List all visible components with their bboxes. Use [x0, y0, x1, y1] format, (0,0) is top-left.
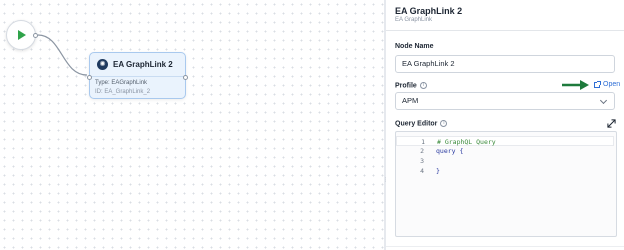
chevron-down-icon	[599, 96, 608, 105]
graphlink-icon: ✺	[97, 58, 108, 70]
graphlink-node[interactable]: ✺ EA GraphLink 2 Type: EAGraphLink ID: E…	[87, 52, 188, 99]
query-editor[interactable]: 1 # GraphQL Query 2 query { 3 4 }	[395, 131, 617, 237]
line-number: 4	[420, 167, 424, 175]
panel-header: EA GraphLink 2 EA GraphLink	[386, 0, 624, 31]
profile-select[interactable]: APM	[395, 92, 615, 110]
workflow-canvas[interactable]: ✺ EA GraphLink 2 Type: EAGraphLink ID: E…	[0, 0, 384, 250]
code-text: query {	[436, 147, 464, 155]
code-line: 4 }	[396, 166, 616, 176]
node-divider	[90, 76, 185, 77]
panel-title: EA GraphLink 2	[395, 6, 463, 16]
query-editor-label-group: Query Editor i	[395, 120, 448, 128]
node-name-label: Node Name	[395, 43, 434, 50]
start-node-output-port[interactable]	[33, 33, 38, 38]
arrow-annotation-icon	[562, 80, 589, 90]
node-name-input[interactable]: EA GraphLink 2	[395, 55, 615, 73]
properties-panel: EA GraphLink 2 EA GraphLink Node Name EA…	[386, 0, 624, 250]
node-id: ID: EA_GraphLink_2	[95, 89, 151, 95]
code-text: }	[436, 167, 440, 175]
line-number: 2	[420, 147, 424, 155]
open-profile-link[interactable]: Open	[594, 80, 621, 88]
code-line: 2 query {	[396, 146, 616, 156]
info-icon[interactable]: i	[419, 82, 427, 89]
node-type: Type: EAGraphLink	[95, 80, 148, 86]
line-number: 3	[420, 157, 424, 165]
panel-bottom-border	[386, 246, 624, 247]
query-editor-label: Query Editor	[395, 120, 438, 128]
node-title: EA GraphLink 2	[113, 59, 173, 69]
expand-icon[interactable]	[607, 119, 616, 128]
code-line: 3	[396, 156, 616, 166]
code-line: 1 # GraphQL Query	[396, 136, 614, 146]
node-output-port[interactable]	[183, 75, 188, 80]
external-link-icon	[594, 80, 601, 88]
profile-selected-value: APM	[402, 96, 419, 105]
node-header: ✺ EA GraphLink 2	[90, 53, 185, 75]
info-icon[interactable]: i	[440, 120, 448, 127]
connection-wire	[37, 34, 88, 76]
open-link-label: Open	[603, 81, 621, 88]
profile-label-group: Profile i	[395, 82, 427, 89]
profile-label: Profile	[395, 82, 417, 90]
start-node[interactable]	[2, 16, 42, 56]
node-input-port[interactable]	[87, 75, 92, 80]
panel-subtitle: EA GraphLink	[395, 17, 433, 23]
play-icon	[18, 30, 26, 40]
